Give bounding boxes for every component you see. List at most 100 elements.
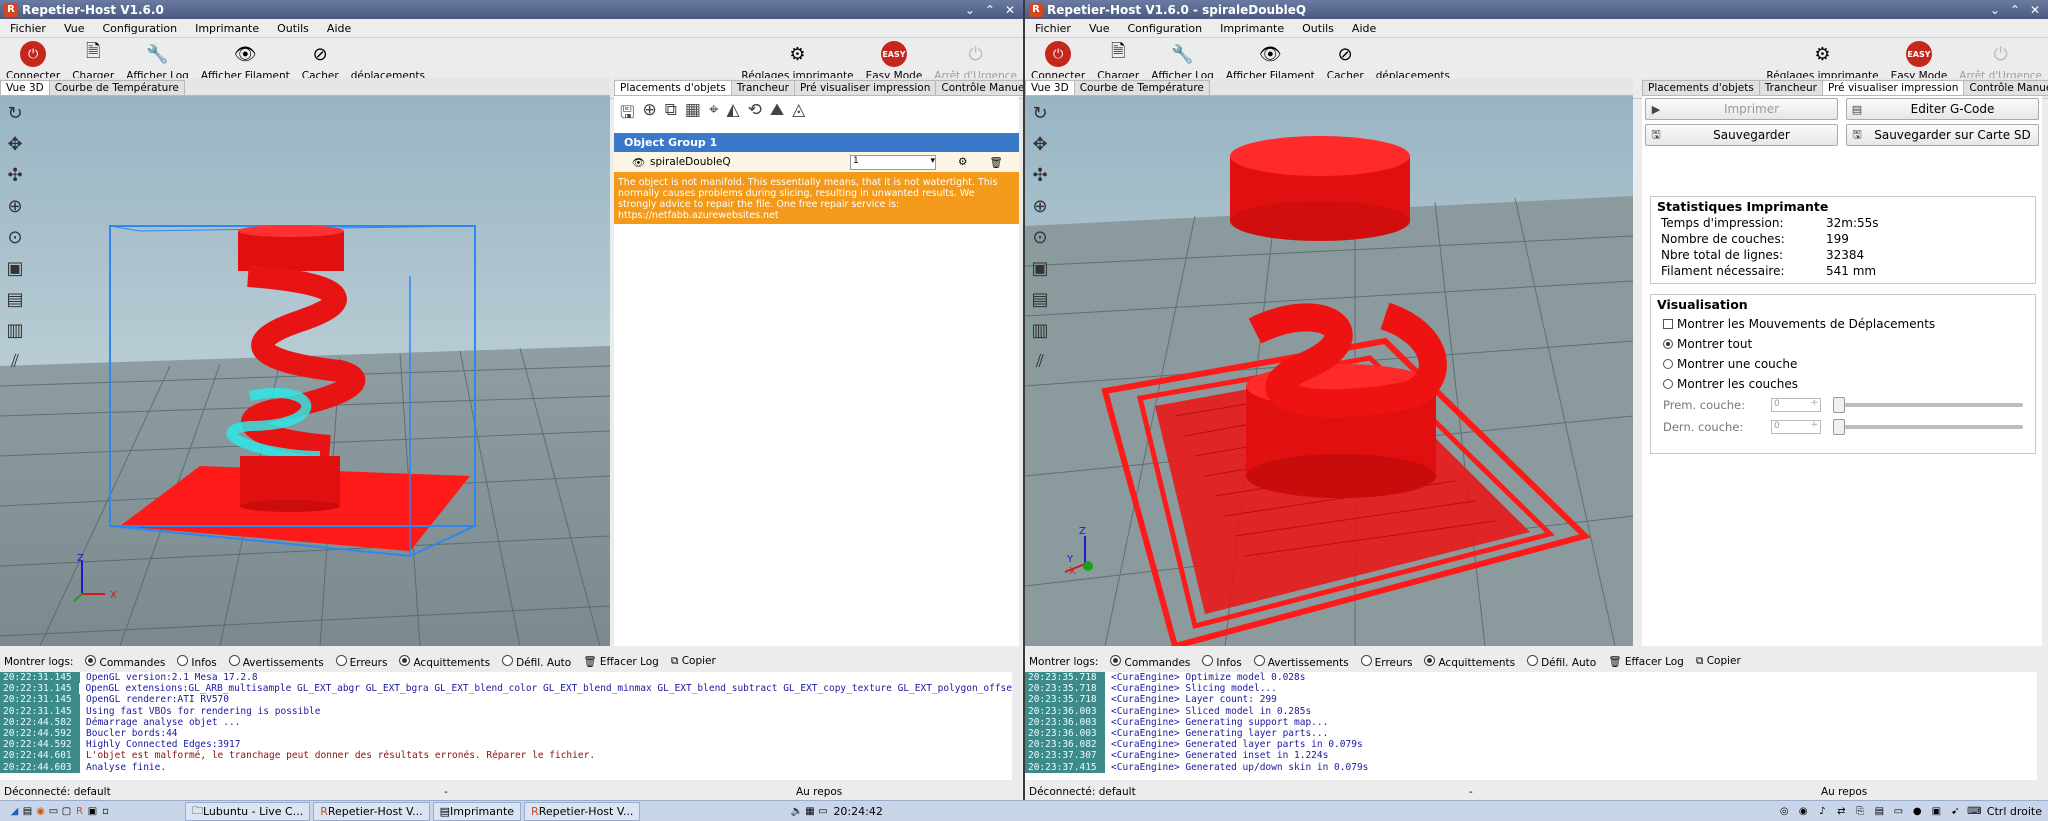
scale-icon[interactable]: ◭ bbox=[727, 100, 740, 129]
clear-log-button[interactable]: 🗑 Effacer Log bbox=[1608, 655, 1684, 668]
add-object-icon[interactable]: ⊕ bbox=[642, 100, 656, 129]
log-autoscroll-toggle[interactable]: Défil. Auto bbox=[502, 654, 571, 669]
vm-mouse-icon[interactable]: ➹ bbox=[1949, 805, 1962, 818]
object-group-header[interactable]: Object Group 1 bbox=[614, 133, 1019, 152]
vm-record-icon[interactable]: ● bbox=[1911, 805, 1924, 818]
maximize-icon[interactable]: ⌃ bbox=[985, 3, 995, 17]
visibility-eye-icon[interactable]: 👁 bbox=[632, 156, 650, 169]
object-settings-icon[interactable]: ⚙ bbox=[958, 156, 967, 168]
tab-preview[interactable]: Pré visualiser impression bbox=[1821, 80, 1965, 95]
network-icon[interactable]: ▦ bbox=[803, 805, 816, 818]
workspace-icon[interactable]: ▢ bbox=[60, 805, 73, 818]
log-errors-toggle[interactable]: Erreurs bbox=[1360, 654, 1412, 669]
easy-mode-button[interactable]: EASY Easy Mode bbox=[1885, 38, 1954, 82]
task-repetier-1[interactable]: R Repetier-Host V... bbox=[313, 801, 430, 821]
view-top-icon[interactable]: ▥ bbox=[3, 318, 27, 342]
repetier-launcher-icon[interactable]: R bbox=[73, 805, 86, 818]
copy-object-icon[interactable]: ⧉ bbox=[665, 100, 677, 129]
save-gcode-button[interactable]: 🖫 Sauvegarder bbox=[1645, 124, 1838, 146]
minimize-icon[interactable]: ⌄ bbox=[1990, 3, 2000, 17]
maximize-icon[interactable]: ⌃ bbox=[2010, 3, 2020, 17]
tab-vue-3d[interactable]: Vue 3D bbox=[0, 80, 50, 95]
vm-cpu-icon[interactable]: ▣ bbox=[1930, 805, 1943, 818]
show-filament-button[interactable]: 👁 Afficher Filament bbox=[195, 38, 296, 83]
tab-manual-control[interactable]: Contrôle Manuel bbox=[1963, 80, 2048, 95]
rotate-object-icon[interactable]: ⟲ bbox=[748, 100, 762, 129]
menu-imprimante[interactable]: Imprimante bbox=[1220, 22, 1284, 35]
zoom-icon[interactable]: ⊕ bbox=[1028, 194, 1052, 218]
load-button[interactable]: 🗎 Charger bbox=[1091, 38, 1145, 82]
tab-manual-control[interactable]: Contrôle Manuel bbox=[935, 80, 1023, 95]
start-menu-icon[interactable]: ◢ bbox=[8, 805, 21, 818]
vm-disk-icon[interactable]: ◎ bbox=[1778, 805, 1791, 818]
vm-display-icon[interactable]: ▭ bbox=[1892, 805, 1905, 818]
connect-button[interactable]: ⏻ Connecter bbox=[1025, 38, 1091, 82]
view-side-icon[interactable]: ▤ bbox=[1028, 287, 1052, 311]
move-object-icon[interactable]: ✣ bbox=[3, 163, 27, 187]
terminal-icon[interactable]: ▣ bbox=[86, 805, 99, 818]
workspace-switch-icon[interactable]: ▫ bbox=[99, 805, 112, 818]
menu-outils[interactable]: Outils bbox=[277, 22, 309, 35]
tab-temperature[interactable]: Courbe de Température bbox=[1073, 80, 1210, 95]
moves-button[interactable]: déplacements bbox=[1370, 38, 1456, 82]
log-warnings-toggle[interactable]: Avertissements bbox=[228, 654, 324, 669]
move-object-icon[interactable]: ✣ bbox=[1028, 163, 1052, 187]
vm-usb-icon[interactable]: ⎘ bbox=[1854, 805, 1867, 818]
rotate-icon[interactable]: ↻ bbox=[1028, 101, 1052, 125]
show-one-layer-radio[interactable]: Montrer une couche bbox=[1651, 354, 2035, 374]
log-infos-toggle[interactable]: Infos bbox=[1202, 654, 1242, 669]
minimize-icon[interactable]: ⌄ bbox=[965, 3, 975, 17]
log-console[interactable]: 20:22:31.145 OpenGL version:2.1 Mesa 17.2… bbox=[0, 672, 1012, 780]
last-layer-slider[interactable] bbox=[1833, 419, 2023, 435]
battery-icon[interactable]: ▭ bbox=[816, 805, 829, 818]
emergency-stop-button[interactable]: ⏻ Arrêt d'Urgence bbox=[928, 38, 1023, 83]
task-imprimante[interactable]: ▤ Imprimante bbox=[432, 801, 522, 821]
copy-log-button[interactable]: ⧉ Copier bbox=[671, 655, 716, 668]
log-errors-toggle[interactable]: Erreurs bbox=[335, 654, 387, 669]
tab-temperature[interactable]: Courbe de Température bbox=[48, 80, 185, 95]
parallel-icon[interactable]: ⫽ bbox=[3, 349, 27, 373]
log-infos-toggle[interactable]: Infos bbox=[177, 654, 217, 669]
tab-object-placement[interactable]: Placements d'objets bbox=[1642, 80, 1760, 95]
log-acks-toggle[interactable]: Acquittements bbox=[1424, 654, 1515, 669]
show-all-radio[interactable]: Montrer tout bbox=[1651, 334, 2035, 354]
delete-object-icon[interactable]: 🗑 bbox=[989, 156, 1002, 169]
vm-shared-icon[interactable]: ▤ bbox=[1873, 805, 1886, 818]
last-layer-spinner[interactable]: 0 bbox=[1771, 420, 1821, 434]
log-commands-toggle[interactable]: Commandes bbox=[85, 654, 165, 669]
first-layer-slider[interactable] bbox=[1833, 397, 2023, 413]
copy-log-button[interactable]: ⧉ Copier bbox=[1696, 655, 1741, 668]
view-side-icon[interactable]: ▤ bbox=[3, 287, 27, 311]
hide-button[interactable]: ⊘ Cacher bbox=[1321, 38, 1370, 83]
log-autoscroll-toggle[interactable]: Défil. Auto bbox=[1527, 654, 1596, 669]
menu-outils[interactable]: Outils bbox=[1302, 22, 1334, 35]
printer-settings-button[interactable]: ⚙ Réglages imprimante bbox=[735, 38, 859, 83]
cut-icon[interactable]: ⛰ bbox=[770, 100, 784, 129]
object-count-select[interactable]: 1 ▾ bbox=[850, 154, 936, 170]
clock[interactable]: 20:24:42 bbox=[833, 805, 882, 818]
menu-fichier[interactable]: Fichier bbox=[1035, 22, 1071, 35]
moves-button[interactable]: déplacements bbox=[345, 38, 431, 82]
3d-viewport[interactable]: Z Y X ↻ ✥ ✣ ⊕ ⊙ ▣ ▤ ▥ ⫽ bbox=[1025, 96, 1633, 646]
menu-aide[interactable]: Aide bbox=[327, 22, 351, 35]
save-sd-button[interactable]: 🖫 Sauvegarder sur Carte SD bbox=[1846, 124, 2039, 146]
connect-button[interactable]: ⏻ Connecter bbox=[0, 38, 66, 82]
easy-mode-button[interactable]: EASY Easy Mode bbox=[860, 38, 929, 82]
parallel-icon[interactable]: ⫽ bbox=[1028, 349, 1052, 373]
firefox-icon[interactable]: ◉ bbox=[34, 805, 47, 818]
menu-configuration[interactable]: Configuration bbox=[102, 22, 177, 35]
view-top-icon[interactable]: ▥ bbox=[1028, 318, 1052, 342]
3d-viewport[interactable]: Z X ↻ ✥ ✣ ⊕ ⊙ ▣ ▤ ▥ ⫽ bbox=[0, 96, 610, 646]
menu-configuration[interactable]: Configuration bbox=[1127, 22, 1202, 35]
clear-log-button[interactable]: 🗑 Effacer Log bbox=[583, 655, 659, 668]
menu-fichier[interactable]: Fichier bbox=[10, 22, 46, 35]
vm-keyboard-icon[interactable]: ⌨ bbox=[1967, 805, 1981, 818]
show-log-button[interactable]: 🔧 Afficher Log bbox=[120, 38, 195, 83]
hide-button[interactable]: ⊘ Cacher bbox=[296, 38, 345, 83]
tab-slicer[interactable]: Trancheur bbox=[1758, 80, 1823, 95]
close-icon[interactable]: ✕ bbox=[1005, 3, 1015, 17]
print-button[interactable]: ▶ Imprimer bbox=[1645, 98, 1838, 120]
zoom-icon[interactable]: ⊕ bbox=[3, 194, 27, 218]
fit-view-icon[interactable]: ⊙ bbox=[3, 225, 27, 249]
move-icon[interactable]: ✥ bbox=[3, 132, 27, 156]
